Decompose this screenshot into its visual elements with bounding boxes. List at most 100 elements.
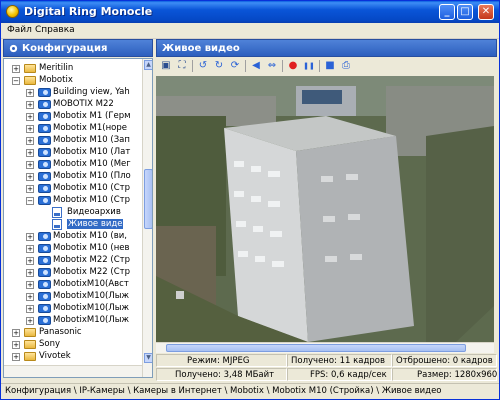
expand-icon[interactable]: + (26, 185, 34, 193)
expand-icon[interactable]: + (26, 293, 34, 301)
tree-item-label: Mobotix M1 (Герм (53, 111, 131, 121)
rotate-right-icon[interactable]: ↻ (212, 59, 226, 73)
tree-item-label: MOBOTIX M22 (53, 99, 114, 109)
tree-item-label: Vivotek (39, 351, 71, 361)
rotate-left-icon[interactable]: ↺ (196, 59, 210, 73)
tree-item-label: Mobotix M10 (ви, (53, 231, 127, 241)
settings-icon (9, 44, 18, 53)
fit-window-icon[interactable]: ▣ (159, 59, 173, 73)
camera-icon (38, 172, 51, 181)
expand-icon[interactable]: + (12, 65, 20, 73)
toolbar-separator (282, 60, 283, 72)
camera-icon (38, 100, 51, 109)
tree-item-label: Sony (39, 339, 61, 349)
expand-icon[interactable]: + (26, 125, 34, 133)
minimize-icon: _ (444, 6, 450, 17)
expand-icon[interactable]: + (26, 257, 34, 265)
record-icon[interactable]: ● (286, 59, 300, 73)
tree-item-label: MobotixM10(Лыж (53, 303, 130, 313)
expand-icon[interactable]: + (26, 245, 34, 253)
toolbar-separator (245, 60, 246, 72)
window-title: Digital Ring Monocle (24, 5, 153, 18)
expand-icon[interactable]: + (26, 269, 34, 277)
tree-item-label: Mobotix M10 (Стр (53, 183, 131, 193)
title-bar[interactable]: Digital Ring Monocle _ □ ✕ (1, 1, 499, 23)
main-window: Digital Ring Monocle _ □ ✕ Файл Справка … (0, 0, 500, 400)
device-tree[interactable]: ▲ ▼ + Meritilin − Mobotix + Building view, Ya… (3, 58, 153, 378)
expand-icon[interactable]: + (12, 329, 20, 337)
archive-icon (52, 207, 62, 218)
live-video-icon (52, 219, 62, 230)
folder-icon (24, 352, 36, 361)
dropped-frames-status: Отброшено: 0 кадров (392, 354, 497, 367)
tree-item-label: Mobotix M10 (нев (53, 243, 130, 253)
mode-status: Режим: MJPEG (156, 354, 287, 367)
expand-icon[interactable]: + (26, 281, 34, 289)
tree-item-label: Живое виде (67, 219, 124, 229)
expand-icon[interactable]: + (26, 113, 34, 121)
collapse-icon[interactable]: − (12, 77, 20, 85)
expand-icon[interactable]: + (26, 173, 34, 181)
menu-bar: Файл Справка (1, 23, 499, 39)
flip-icon[interactable]: ◀ (249, 59, 263, 73)
tree-item-label: Видеоархив (67, 207, 121, 217)
tree-item-label: MobotixM10(Лыж (53, 315, 130, 325)
maximize-button[interactable]: □ (457, 4, 473, 20)
expand-icon[interactable]: + (26, 149, 34, 157)
camera-icon (38, 196, 51, 205)
camera-icon (38, 316, 51, 325)
tree-item-label: Mobotix M10 (Стр (53, 195, 131, 205)
collapse-icon[interactable]: − (26, 197, 34, 205)
tree-vertical-scrollbar[interactable]: ▲ ▼ (142, 59, 152, 377)
save-icon[interactable]: ■ (323, 59, 337, 73)
live-video-title: Живое видео (162, 43, 240, 54)
print-icon[interactable]: ⎙ (339, 59, 353, 73)
tree-item-label: Mobotix (39, 75, 73, 85)
camera-icon (38, 160, 51, 169)
camera-icon (38, 136, 51, 145)
pause-icon[interactable]: ❚❚ (302, 59, 316, 73)
menu-file[interactable]: Файл (7, 25, 32, 35)
scroll-up-icon[interactable]: ▲ (144, 60, 152, 70)
menu-help[interactable]: Справка (35, 25, 75, 35)
close-button[interactable]: ✕ (478, 4, 494, 20)
refresh-icon[interactable]: ⟳ (228, 59, 242, 73)
expand-icon[interactable]: + (26, 89, 34, 97)
expand-icon[interactable]: + (26, 317, 34, 325)
expand-icon[interactable]: + (12, 353, 20, 361)
scroll-down-icon[interactable]: ▼ (144, 353, 152, 363)
camera-icon (38, 232, 51, 241)
folder-icon (24, 328, 36, 337)
folder-icon (24, 76, 36, 85)
mirror-icon[interactable]: ⇔ (265, 59, 279, 73)
config-panel-header: Конфигурация (3, 39, 153, 57)
maximize-icon: □ (460, 6, 470, 17)
tree-item-label: Mobotix M10 (Лат (53, 147, 131, 157)
video-horizontal-scrollbar[interactable] (156, 342, 494, 353)
minimize-button[interactable]: _ (439, 4, 455, 20)
video-scroll-thumb[interactable] (166, 344, 466, 352)
tree-item-label: Mobotix M22 (Стр (53, 267, 131, 277)
tree-item-label: MobotixM10(Лыж (53, 291, 130, 301)
tree-item-label: Mobotix M1(норе (53, 123, 127, 133)
tree-item-label: Mobotix M10 (Пло (53, 171, 131, 181)
toolbar-separator (192, 60, 193, 72)
camera-image (156, 76, 494, 342)
expand-icon[interactable]: + (26, 101, 34, 109)
folder-icon (24, 64, 36, 73)
camera-icon (38, 112, 51, 121)
live-video-header: Живое видео (156, 39, 497, 57)
expand-icon[interactable]: + (26, 161, 34, 169)
expand-icon[interactable]: + (26, 137, 34, 145)
expand-icon[interactable]: + (26, 233, 34, 241)
camera-icon (38, 268, 51, 277)
tree-scroll-thumb[interactable] (144, 169, 152, 229)
status-panel: Режим: MJPEG Получено: 11 кадров Отброше… (156, 354, 497, 382)
expand-icon[interactable]: + (12, 341, 20, 349)
video-toolbar: ▣ ⛶ ↺ ↻ ⟳ ◀ ⇔ ● ❚❚ ■ ⎙ (156, 58, 497, 75)
expand-icon[interactable]: + (26, 305, 34, 313)
fullscreen-icon[interactable]: ⛶ (175, 59, 189, 73)
live-video-frame[interactable] (156, 76, 494, 342)
camera-icon (38, 88, 51, 97)
tree-horizontal-scrollbar[interactable] (4, 365, 142, 377)
